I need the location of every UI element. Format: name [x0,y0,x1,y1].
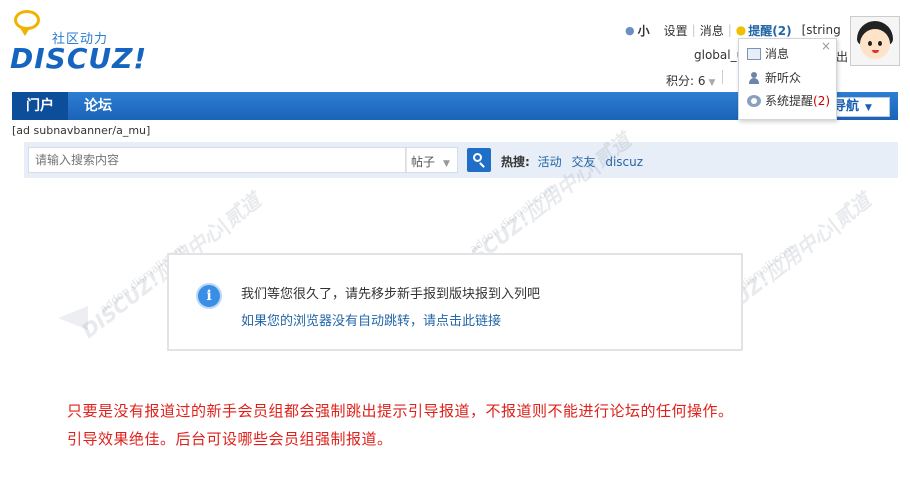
message-text: 我们等您很久了，请先移步新手报到版块报到入列吧 [241,287,541,302]
annotation-note: 引导效果绝佳。后台可设哪些会员组强制报道。 [67,430,393,448]
watermark-domain: addon.dismall.com [467,181,558,256]
messages-link[interactable]: 消息 [700,22,724,39]
hot-keyword[interactable]: 活动 [538,155,562,169]
points-text: 积分: 6 [666,74,706,88]
nav-item-portal[interactable]: 门户 [12,92,68,120]
dropdown-item-label: 新听众 [765,71,802,85]
user-extra-text: [string [801,23,841,37]
hot-search: 热搜: 活动 交友 discuz [501,153,649,170]
gear-icon [747,94,761,107]
reminder-dropdown: × 消息 新听众 系统提醒 (2) [738,38,837,120]
reminder-count: (2) [813,93,831,108]
avatar[interactable] [850,16,900,66]
dropdown-item-messages[interactable]: 消息 [747,45,789,62]
username-link[interactable]: 小 [638,22,650,39]
dropdown-item-label: 系统提醒 [765,94,814,108]
logo-brand: DISCUZ! [10,42,148,75]
logout-partial[interactable]: 出 [836,48,848,65]
redirect-link[interactable]: 如果您的浏览器没有自动跳转，请点击此链接 [241,310,501,329]
settings-link[interactable]: 设置 [664,22,688,39]
watermark-arrow-icon [58,306,88,330]
search-type-select[interactable]: 帖子 ▼ [406,147,458,173]
search-button[interactable] [467,148,491,172]
site-logo[interactable]: 社区动力 DISCUZ! [10,8,150,75]
ad-placeholder: [ad subnavbanner/a_mu] [12,124,151,137]
nav-item-forum[interactable]: 论坛 [70,92,126,120]
divider [722,70,723,84]
chevron-down-icon: ▼ [865,103,872,113]
separator: | [727,23,732,37]
dropdown-item-label: 消息 [765,47,790,61]
speech-bubble-tail [20,28,30,36]
user-bar: ● 小 设置 | 消息 | ● 提醒(2) [string [625,22,841,38]
search-icon [473,153,482,162]
user-group-text: global_u [694,48,745,62]
speech-bubble-icon [14,10,40,30]
reminder-link[interactable]: 提醒(2) [748,22,791,39]
search-input[interactable] [28,147,406,173]
chevron-down-icon: ▼ [443,159,450,169]
redirect-message-box: i 我们等您很久了，请先移步新手报到版块报到入列吧 如果您的浏览器没有自动跳转，… [167,253,743,351]
separator: | [691,23,696,37]
user-icon [747,71,761,84]
close-icon[interactable]: × [821,39,831,53]
search-bar: 帖子 ▼ 热搜: 活动 交友 discuz [24,142,898,178]
user-icon: ● [625,23,635,37]
annotation-note: 只要是没有报道过的新手会员组都会强制跳出提示引导报道，不报道则不能进行论坛的任何… [67,402,734,420]
hot-keyword[interactable]: 交友 [571,155,595,169]
dropdown-item-system-reminders[interactable]: 系统提醒 (2) [747,92,830,109]
info-icon: i [196,283,222,309]
search-type-label: 帖子 [411,155,436,169]
bulb-icon: ● [735,23,747,37]
chevron-down-icon: ▼ [708,78,716,88]
dropdown-item-new-followers[interactable]: 新听众 [747,69,801,86]
points-menu[interactable]: 积分: 6 ▼ [666,72,715,89]
hot-search-label: 热搜: [501,155,530,169]
hot-keyword[interactable]: discuz [605,155,643,169]
mail-icon [747,47,761,60]
